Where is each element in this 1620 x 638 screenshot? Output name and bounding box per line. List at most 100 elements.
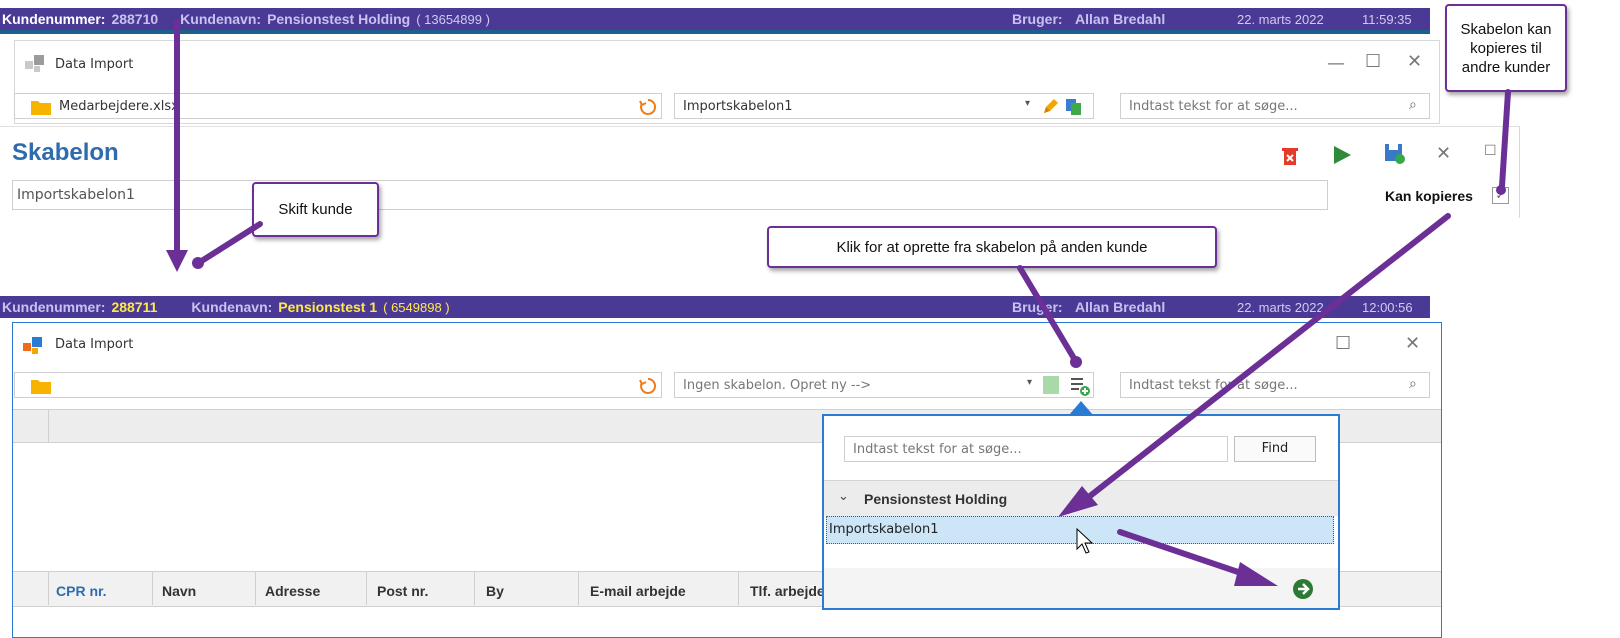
refresh-icon[interactable]	[639, 98, 657, 116]
refresh-icon[interactable]	[639, 377, 657, 395]
folder-icon	[31, 101, 51, 115]
maximize-button[interactable]: ☐	[1335, 333, 1351, 354]
callout-kan-kopieres: Skabelon kan kopieres til andre kunder	[1445, 4, 1567, 92]
column-header-email[interactable]: E-mail arbejde	[590, 583, 686, 599]
skabelon-close-button[interactable]: ✕	[1436, 143, 1451, 164]
save-icon[interactable]	[1384, 143, 1406, 165]
top-search-placeholder: Indtast tekst for at søge...	[1129, 99, 1298, 114]
top-file-field[interactable]: Medarbejdere.xlsx	[14, 93, 662, 119]
top-template-field[interactable]: Importskabelon1 ▾	[674, 93, 1094, 119]
popup-search-input[interactable]: Indtast tekst for at søge...	[844, 436, 1228, 462]
data-import-icon	[23, 337, 42, 354]
bottom-search-placeholder: Indtast tekst for at søge...	[1129, 378, 1298, 393]
column-divider	[366, 571, 367, 605]
bottom-customer-bar: Kundenummer: 288711 Kundenavn: Pensionst…	[0, 296, 1430, 318]
go-arrow-icon[interactable]	[1292, 578, 1314, 600]
bottom-bruger-label: Bruger:	[1012, 299, 1063, 315]
popup-pointer	[1069, 401, 1093, 415]
column-divider	[578, 571, 579, 605]
bottom-time: 12:00:56	[1362, 299, 1413, 315]
top-bruger-value: Allan Bredahl	[1075, 11, 1166, 27]
chevron-down-icon[interactable]: ▾	[1025, 98, 1030, 109]
new-from-template-icon[interactable]	[1069, 375, 1091, 397]
play-icon[interactable]	[1332, 145, 1352, 165]
skabelon-heading: Skabelon	[12, 139, 119, 166]
column-divider	[48, 571, 49, 605]
skabelon-maximize-button[interactable]: ☐	[1484, 143, 1497, 159]
template-popup: Indtast tekst for at søge... Find ⌄ Pens…	[822, 414, 1340, 610]
column-divider	[152, 571, 153, 605]
delete-icon[interactable]	[1282, 147, 1298, 165]
bottom-search-field[interactable]: Indtast tekst for at søge... ⌕	[1120, 372, 1430, 398]
popup-group-label: Pensionstest Holding	[864, 491, 1008, 507]
top-date: 22. marts 2022	[1237, 11, 1324, 27]
popup-find-button[interactable]: Find	[1234, 436, 1316, 462]
popup-item-label: Importskabelon1	[829, 522, 939, 537]
bottom-template-field[interactable]: Ingen skabelon. Opret ny --> ▾	[674, 372, 1094, 398]
callout-klik-for-at: Klik for at oprette fra skabelon på ande…	[767, 226, 1217, 268]
top-template-value: Importskabelon1	[683, 99, 793, 114]
bottom-window-title: Data Import	[55, 337, 134, 352]
callout-skift-kunde-text: Skift kunde	[278, 201, 353, 218]
column-header-adresse[interactable]: Adresse	[265, 583, 320, 599]
column-header-navn[interactable]: Navn	[162, 583, 196, 599]
bottom-kundenummer-value: 288711	[111, 299, 158, 315]
bottom-file-field[interactable]	[14, 372, 662, 398]
callout-kan-kopieres-line1: Skabelon kan	[1460, 20, 1552, 38]
column-divider	[474, 571, 475, 605]
top-bruger-label: Bruger:	[1012, 11, 1063, 27]
skabelon-name-value: Importskabelon1	[17, 187, 135, 203]
data-import-icon	[25, 55, 44, 72]
top-kundenavn-value: Pensionstest Holding	[267, 11, 411, 27]
skabelon-name-input[interactable]: Importskabelon1	[12, 180, 1328, 210]
column-header-post-nr[interactable]: Post nr.	[377, 583, 428, 599]
search-icon[interactable]: ⌕	[1409, 97, 1417, 113]
folder-icon	[31, 380, 51, 394]
popup-footer	[824, 568, 1338, 608]
bottom-kundenavn-id: ( 6549898 )	[383, 299, 450, 315]
bottom-kundenavn-label: Kundenavn:	[191, 299, 273, 315]
column-divider	[738, 571, 739, 605]
top-kundenummer-value: 288710	[111, 11, 159, 27]
close-button[interactable]: ✕	[1405, 333, 1420, 354]
top-search-field[interactable]: Indtast tekst for at søge... ⌕	[1120, 93, 1430, 119]
callout-skift-kunde: Skift kunde	[252, 182, 379, 237]
search-icon[interactable]: ⌕	[1409, 376, 1417, 392]
callout-klik-for-at-text: Klik for at oprette fra skabelon på ande…	[836, 238, 1148, 256]
column-header-tlf[interactable]: Tlf. arbejde	[750, 583, 822, 599]
chevron-down-icon[interactable]: ▾	[1027, 377, 1032, 388]
chevron-down-icon: ⌄	[838, 489, 849, 504]
top-kundenavn-label: Kundenavn:	[180, 11, 262, 27]
bottom-kundenummer-label: Kundenummer:	[2, 299, 106, 315]
bottom-bruger-value: Allan Bredahl	[1075, 299, 1166, 315]
bottom-date: 22. marts 2022	[1237, 299, 1324, 315]
column-header-by[interactable]: By	[486, 583, 504, 599]
kan-kopieres-label: Kan kopieres	[1385, 188, 1473, 204]
callout-kan-kopieres-line3: andre kunder	[1461, 58, 1551, 76]
maximize-button[interactable]: ☐	[1365, 51, 1381, 72]
disabled-template-icon	[1043, 376, 1059, 394]
arrow-skift-kunde-pointer	[197, 221, 263, 265]
top-file-value: Medarbejdere.xlsx	[59, 99, 179, 114]
popup-group-header[interactable]: ⌄ Pensionstest Holding	[824, 480, 1338, 516]
top-window-title: Data Import	[55, 57, 134, 72]
close-button[interactable]: ✕	[1407, 51, 1422, 72]
column-header-cpr[interactable]: CPR nr.	[56, 583, 107, 599]
kan-kopieres-checkbox[interactable]: ✓	[1492, 187, 1509, 204]
grid-corner-cell	[13, 410, 49, 442]
top-time: 11:59:35	[1362, 11, 1412, 27]
top-kundenavn-id: ( 13654899 )	[416, 11, 490, 27]
arrow-dot-skift-kunde	[192, 257, 204, 269]
copy-icon[interactable]	[1065, 98, 1083, 116]
pencil-icon[interactable]	[1041, 98, 1059, 116]
top-kundenummer-label: Kundenummer:	[2, 11, 106, 27]
bottom-kundenavn-value: Pensionstest 1	[278, 299, 378, 315]
column-divider	[255, 571, 256, 605]
popup-search-placeholder: Indtast tekst for at søge...	[853, 442, 1022, 457]
mouse-cursor-icon	[1076, 528, 1094, 554]
arrow-head-switch-customer	[166, 250, 188, 272]
top-bar-accent	[0, 30, 1430, 34]
minimize-button[interactable]: —	[1327, 53, 1345, 74]
bottom-template-placeholder: Ingen skabelon. Opret ny -->	[683, 378, 872, 393]
callout-kan-kopieres-line2: kopieres til	[1470, 39, 1542, 57]
